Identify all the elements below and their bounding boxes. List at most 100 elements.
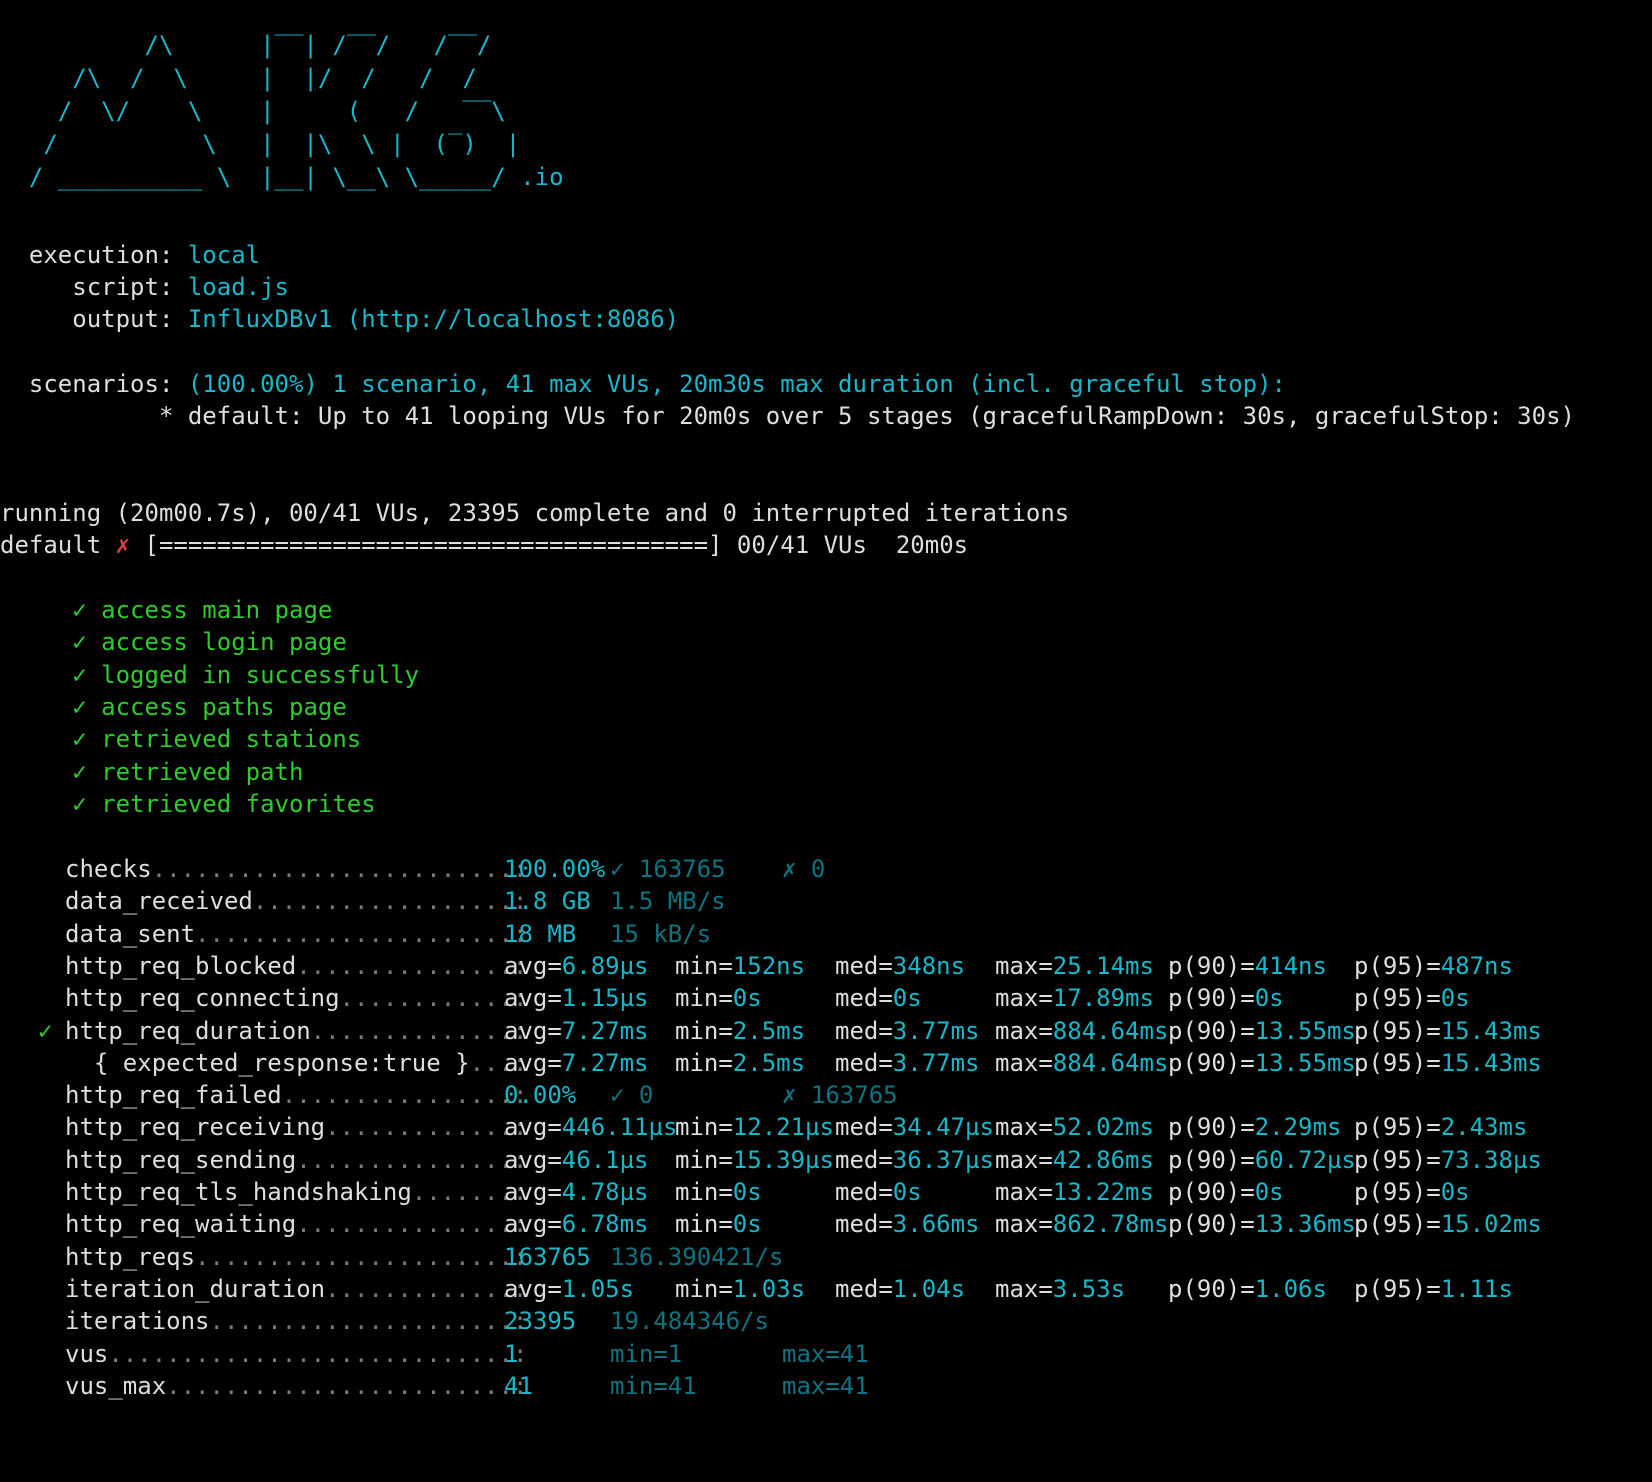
metric-stat: p(95)=15.43ms: [1354, 1014, 1542, 1048]
metric-value: 136.390421/s: [610, 1242, 784, 1271]
metric-row: vus_max........................: 41 min=41…: [0, 1369, 1652, 1403]
metric-stat: max=13.22ms: [995, 1175, 1154, 1209]
stat-value: 36.37µs: [892, 1145, 994, 1174]
metric-value: 23395: [504, 1307, 577, 1336]
check-icon: ✓: [72, 692, 87, 721]
stat-value: 152ns: [732, 951, 806, 980]
stat-key: avg=: [504, 1274, 562, 1303]
stat-key: min=: [675, 1210, 733, 1239]
stat-key: med=: [835, 1210, 893, 1239]
metric-stat: p(95)=1.11s: [1354, 1272, 1513, 1306]
metric-stat: med=3.77ms: [835, 1014, 980, 1048]
stat-key: med=: [835, 1016, 893, 1045]
check-spacer: [0, 758, 72, 786]
metric-name: http_req_waiting...............:: [65, 1207, 527, 1241]
metric-dots: ............:: [339, 984, 528, 1013]
stat-value: 1.05s: [561, 1274, 635, 1303]
logo-line: /\ / \ | |/ / / /: [0, 64, 477, 92]
logo-line: / __________ \ |__| \__\ \_____/ .io: [0, 163, 564, 191]
stat-value: 0s: [892, 1178, 922, 1206]
metric-stat: min=0s: [675, 981, 762, 1015]
metric-stat: p(90)=2.29ms: [1168, 1110, 1341, 1144]
metric-stat: avg=6.89µs: [504, 949, 649, 983]
stat-value: 3.77ms: [892, 1048, 980, 1077]
stat-key: med=: [835, 984, 893, 1013]
metric-label: http_reqs: [65, 1242, 196, 1271]
stat-key: p(95)=: [1354, 1113, 1441, 1142]
stat-value: 2.43ms: [1440, 1113, 1528, 1142]
stat-value: 0s: [732, 1178, 762, 1206]
metric-name: http_req_blocked...............:: [65, 949, 527, 983]
metric-stat: med=3.77ms: [835, 1046, 980, 1080]
stat-value: 15.43ms: [1440, 1016, 1542, 1045]
info-value: load.js: [187, 273, 289, 301]
stat-value: 348ns: [892, 951, 966, 980]
metric-name: http_req_failed................:: [65, 1078, 527, 1112]
metric-row: { expected_response:true }...: avg=7.27ms…: [0, 1046, 1652, 1080]
stat-key: avg=: [504, 1048, 562, 1077]
stat-key: p(90)=: [1168, 1178, 1255, 1206]
metric-value: ✗ 0: [782, 855, 826, 883]
stat-value: 0s: [892, 984, 922, 1013]
stat-value: 446.11µs: [561, 1113, 678, 1142]
metric-value: 1.5 MB/s: [610, 887, 726, 916]
metric-stat: avg=7.27ms: [504, 1014, 649, 1048]
progress-name: default: [0, 531, 116, 559]
metric-value: min=1: [610, 1339, 683, 1368]
check-spacer: [87, 758, 101, 786]
metric-stat: min=12.21µs: [675, 1110, 834, 1144]
metric-stat: p(95)=0s: [1354, 1175, 1470, 1209]
metric-name: data_sent......................:: [65, 917, 527, 951]
stat-value: 3.53s: [1052, 1274, 1126, 1303]
stat-value: 13.22ms: [1052, 1178, 1154, 1206]
metric-stat: p(90)=13.36ms: [1168, 1207, 1356, 1241]
metric-value: 1.8 GB: [504, 887, 591, 916]
metric-stat: p(90)=0s: [1168, 1175, 1284, 1209]
stat-value: 6.89µs: [561, 951, 649, 980]
metric-stat: med=0s: [835, 981, 922, 1015]
check-item: ✓ access login page: [0, 625, 347, 659]
stat-key: max=: [995, 1274, 1053, 1303]
stat-value: 2.5ms: [732, 1016, 806, 1045]
stat-key: p(95)=: [1354, 1016, 1441, 1045]
metric-row: http_req_tls_handshaking.......: avg=4.78…: [0, 1175, 1652, 1209]
logo-line: /\ |‾‾| /‾‾/ /‾‾/: [0, 31, 492, 59]
metric-value: 18 MB: [504, 919, 577, 948]
stat-value: 0s: [1254, 984, 1284, 1013]
metric-name: checks.........................:: [65, 852, 527, 886]
metric-stat: p(95)=15.02ms: [1354, 1207, 1542, 1241]
stat-value: 15.39µs: [732, 1145, 834, 1174]
metric-label: http_req_tls_handshaking: [65, 1178, 412, 1206]
metric-label: http_req_duration: [65, 1016, 311, 1045]
metric-stat: max=42.86ms: [995, 1143, 1154, 1177]
metric-row: http_req_failed................: 0.00% ✓ 0…: [0, 1078, 1652, 1112]
metric-row: iterations.....................: 23395 19.…: [0, 1304, 1652, 1338]
metric-name: { expected_response:true }...:: [65, 1046, 527, 1080]
metric-name: vus............................:: [65, 1337, 527, 1371]
stat-value: 1.03s: [732, 1274, 806, 1303]
stat-key: max=: [995, 1145, 1053, 1174]
stat-key: p(95)=: [1354, 1274, 1441, 1303]
stat-value: 487ns: [1440, 951, 1513, 980]
metric-value: ✓ 163765: [610, 855, 726, 883]
metric-row: iteration_duration.............: avg=1.05…: [0, 1272, 1652, 1306]
stat-value: 13.55ms: [1254, 1016, 1356, 1045]
scenario-progress: default ✗ [=============================…: [0, 528, 968, 562]
metric-stat: med=348ns: [835, 949, 965, 983]
metric-stat: min=15.39µs: [675, 1143, 834, 1177]
metric-stat: max=25.14ms: [995, 949, 1154, 983]
metric-row: data_sent......................: 18 MB 15 …: [0, 917, 1652, 951]
metric-stat: med=36.37µs: [835, 1143, 994, 1177]
stat-value: 13.36ms: [1254, 1210, 1356, 1239]
metric-value: max=41: [782, 1339, 869, 1368]
metric-dots: .........................:: [151, 855, 528, 883]
progress-bar: [======================================]…: [130, 531, 969, 559]
metric-stat: p(90)=60.72µs: [1168, 1143, 1356, 1177]
stat-value: 0s: [732, 984, 762, 1013]
metric-dots: ............................:: [108, 1339, 528, 1368]
stat-key: p(95)=: [1354, 1210, 1441, 1239]
info-value: local: [187, 241, 261, 269]
metric-name: http_req_tls_handshaking.......:: [65, 1175, 527, 1209]
metric-stat: p(95)=2.43ms: [1354, 1110, 1527, 1144]
info-row: execution: local: [0, 238, 260, 272]
